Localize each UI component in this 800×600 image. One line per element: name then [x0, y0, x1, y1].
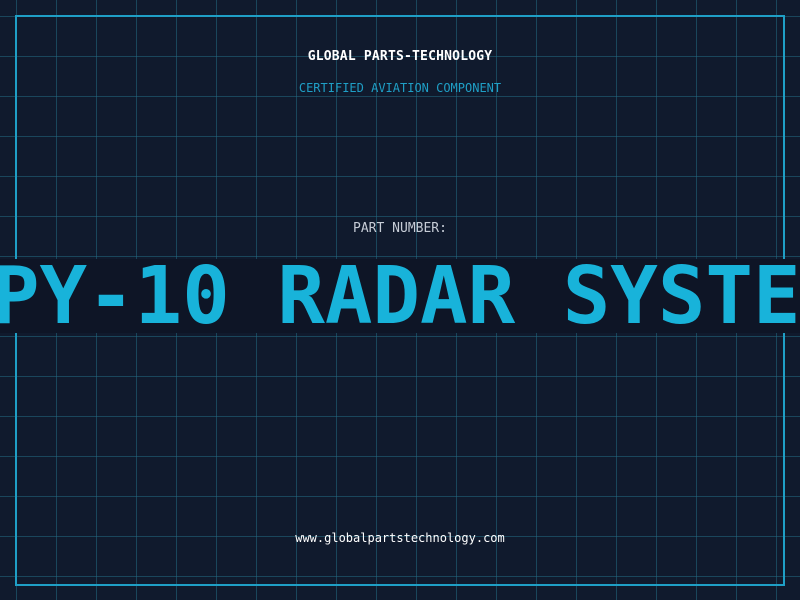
part-number-band: PY-10 RADAR SYSTEM: [0, 250, 800, 342]
certification-tagline: CERTIFIED AVIATION COMPONENT: [298, 81, 502, 95]
company-name: GLOBAL PARTS-TECHNOLOGY: [307, 49, 493, 64]
part-label-canvas: GLOBAL PARTS-TECHNOLOGY CERTIFIED AVIATI…: [0, 0, 800, 600]
part-number-label: PART NUMBER:: [353, 221, 447, 236]
website-url: www.globalpartstechnology.com: [295, 531, 505, 545]
part-number-value: PY-10 RADAR SYSTEM: [0, 250, 800, 342]
